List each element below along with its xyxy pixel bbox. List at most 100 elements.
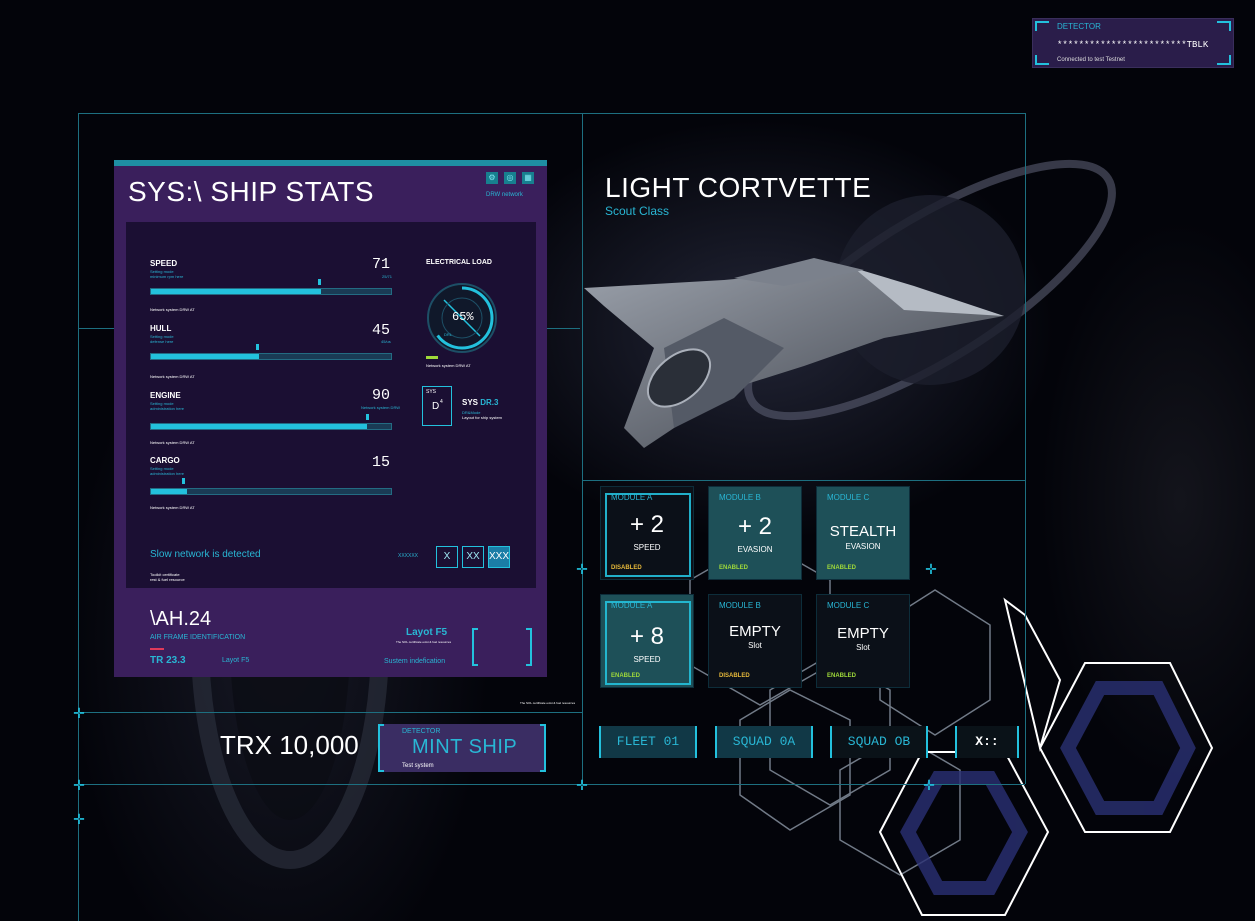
sys-card: SYS D 4 [422, 386, 452, 426]
stat-sub: defense here [150, 339, 174, 344]
module-slot[interactable]: MODULE B + 2 EVASION ENABLED [708, 486, 802, 580]
detector-wallet[interactable]: DETECTOR ************************TBLK Co… [1032, 18, 1234, 68]
network-label: DRW network [486, 192, 523, 198]
squad-0b-button[interactable]: SQUAD OB [830, 726, 928, 758]
module-status: DISABLED [611, 565, 642, 571]
corner-bracket [1217, 55, 1231, 65]
spaceship-image [584, 258, 1004, 448]
module-slot[interactable]: MODULE C EMPTY Slot ENABLED [816, 594, 910, 688]
module-stat: EVASION [845, 542, 881, 551]
sys-name: SYS DR.3 [462, 398, 499, 407]
ship-name: LIGHT CORTVETTE [605, 172, 872, 203]
cargo-bar [150, 488, 392, 495]
module-status: ENABLED [611, 673, 641, 679]
module-value: + 2 [737, 513, 773, 540]
speed-bar-fill [151, 289, 322, 294]
stat-sub: minimum rpm here [150, 274, 184, 279]
close-fleet-button[interactable]: X:: [955, 726, 1019, 758]
module-name: MODULE C [827, 601, 870, 610]
module-slot[interactable]: MODULE C STEALTH EVASION ENABLED [816, 486, 910, 580]
layout-note: The SOL certificate exist & fuel resourc… [396, 640, 452, 644]
guide-line [78, 784, 1025, 785]
module-slot[interactable]: MODULE A + 8 SPEED ENABLED [600, 594, 694, 688]
sys-card-super: 4 [440, 399, 443, 405]
module-stat: EVASION [737, 545, 773, 554]
stat-value-engine: 90 [372, 387, 391, 404]
detector-label: DETECTOR [1057, 22, 1101, 31]
load-indicator [426, 356, 438, 359]
airframe-label: AIR FRAME IDENTIFICATION [150, 634, 246, 641]
stat-name-engine: ENGINE [150, 391, 181, 400]
crosshair-icon: ✛ [923, 777, 935, 793]
mint-sub: Test system [402, 763, 434, 769]
mint-ship-button[interactable]: DETECTOR MINT SHIP Test system [378, 724, 546, 772]
module-name: MODULE B [719, 493, 761, 502]
module-value: + 8 [629, 623, 665, 650]
module-status: DISABLED [719, 673, 750, 679]
ship-stats-panel: SYS:\ SHIP STATS ⚙ ◎ ▦ DRW network SPEED… [114, 160, 547, 677]
fleet-01-button[interactable]: FLEET 01 [599, 726, 697, 758]
module-value: EMPTY [837, 625, 889, 642]
module-value: EMPTY [729, 623, 781, 640]
module-name: MODULE C [827, 493, 870, 502]
stat-name-hull: HULL [150, 324, 172, 333]
stat-name-speed: SPEED [150, 259, 178, 268]
module-status: ENABLED [827, 565, 857, 571]
speed-marker [318, 279, 321, 285]
stat-value-cargo: 15 [372, 454, 391, 471]
xxx-button[interactable]: XXX [488, 546, 510, 568]
tr-code: TR 23.3 [150, 655, 186, 666]
sys-code: DR.3 [480, 398, 499, 407]
electrical-load-label: ELECTRICAL LOAD [426, 259, 492, 266]
panel-title: SYS:\ SHIP STATS [128, 176, 375, 207]
stat-note: Network system DRW AT [150, 374, 195, 379]
module-slot[interactable]: MODULE A + 2 SPEED DISABLED [600, 486, 694, 580]
right-bracket [526, 628, 532, 666]
corner-bracket [1217, 21, 1231, 31]
module-name: MODULE A [611, 601, 653, 610]
x-button[interactable]: X [436, 546, 458, 568]
cargo-bar-fill [151, 489, 187, 494]
stats-inner-panel: SPEED Setting mode minimum rpm here 71 2… [126, 222, 536, 588]
grid-icon[interactable]: ▦ [522, 172, 534, 184]
crosshair-icon: ✛ [73, 811, 85, 827]
stat-unit: 25/71 [382, 274, 393, 279]
corner-bracket [1035, 55, 1049, 65]
module-slot[interactable]: MODULE B EMPTY Slot DISABLED [708, 594, 802, 688]
stat-unit: Network system DRW [361, 405, 401, 410]
guide-line [582, 113, 583, 784]
guide-line [78, 712, 582, 713]
left-bracket [472, 628, 478, 666]
module-stat: SPEED [633, 543, 661, 552]
hull-bar-fill [151, 354, 259, 359]
cargo-marker [182, 478, 185, 484]
target-icon[interactable]: ◎ [504, 172, 516, 184]
stat-name-cargo: CARGO [150, 456, 180, 465]
sys-line2: Layout for ship system [462, 415, 503, 420]
crosshair-icon: ✛ [925, 561, 937, 577]
sys-card-glyph: D [432, 401, 440, 412]
corner-bracket [1035, 21, 1049, 31]
bracket-box[interactable] [472, 628, 532, 666]
guide-line [78, 113, 79, 921]
module-status: ENABLED [827, 673, 857, 679]
footer-note: Toolkit certificate rest & fuel resource [150, 572, 185, 582]
wallet-address: ************************TBLK [1057, 40, 1209, 50]
module-status: ENABLED [719, 565, 749, 571]
squad-0a-button[interactable]: SQUAD 0A [715, 726, 813, 758]
guide-line [582, 480, 1025, 481]
stat-note: Network system DRW AT [150, 307, 195, 312]
engine-bar [150, 423, 392, 430]
hull-marker [256, 344, 259, 350]
module-name: MODULE A [611, 493, 653, 502]
settings-icon[interactable]: ⚙ [486, 172, 498, 184]
xx-button[interactable]: XX [462, 546, 484, 568]
electrical-load-value: 65% [452, 310, 474, 324]
panel-top-bar [114, 160, 547, 166]
electrical-small: DRL [444, 332, 453, 337]
layout-small: Layot F5 [222, 657, 250, 664]
slow-network-warning: Slow network is detected [150, 549, 261, 560]
system-id: Sustem indefication [384, 658, 446, 665]
engine-bar-fill [151, 424, 367, 429]
left-bracket [378, 724, 384, 772]
